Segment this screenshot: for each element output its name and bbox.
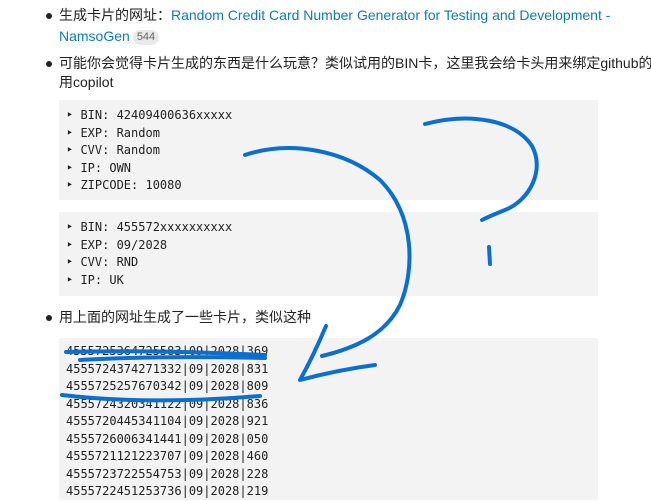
code-line: ‣ EXP: Random <box>66 125 160 140</box>
card-line: 4555726006341441|09|2028|050 <box>66 431 269 446</box>
code-block-bin-2: ‣ BIN: 455572xxxxxxxxxx ‣ EXP: 09/2028 ‣… <box>59 212 598 296</box>
code-line: ‣ IP: OWN <box>66 160 132 175</box>
card-line: 4555725364725583|09|2028|369 <box>66 344 269 358</box>
code-line: ‣ BIN: 455572xxxxxxxxxx <box>66 220 233 234</box>
list-item-generated: 用上面的网址生成了一些卡片，类似这种 <box>59 309 311 325</box>
list-item-website-cont: NamsoGen 544 <box>59 26 160 47</box>
list-item-description: 可能你会觉得卡片生成的东西是什么玩意？类似试用的BIN卡，这里我会给卡头用来绑定… <box>59 55 651 71</box>
card-line: 4555722451253736|09|2028|219 <box>66 484 269 498</box>
card-line: 4555724374271332|09|2028|831 <box>66 361 269 376</box>
card-line: 4555724320341122|09|2028|836 <box>66 396 269 411</box>
bullet-2 <box>46 61 52 67</box>
list-item-description-cont: 用copilot <box>59 74 114 90</box>
code-block-bin-1: ‣ BIN: 42409400636xxxxx ‣ EXP: Random ‣ … <box>59 100 598 200</box>
card-line: 4555725257670342|09|2028|809 <box>66 379 269 393</box>
list-item-website: 生成卡片的网址：Random Credit Card Number Genera… <box>59 5 610 26</box>
namsogen-link[interactable]: Random Credit Card Number Generator for … <box>171 7 610 23</box>
code-line: ‣ ZIPCODE: 10080 <box>66 178 182 192</box>
code-line: ‣ BIN: 42409400636xxxxx <box>66 108 233 122</box>
bullet-1 <box>46 13 52 19</box>
card-line: 4555721121223707|09|2028|460 <box>66 449 269 463</box>
card-line: 4555720445341104|09|2028|921 <box>66 414 269 428</box>
code-block-cards: 4555725364725583|09|2028|369 45557243742… <box>59 338 598 500</box>
click-count-badge: 544 <box>132 30 160 45</box>
namsogen-link-cont[interactable]: NamsoGen <box>59 28 130 44</box>
card-line: 4555723722554753|09|2028|228 <box>66 466 269 481</box>
bullet-3 <box>46 315 52 321</box>
code-line: ‣ EXP: 09/2028 <box>66 237 168 252</box>
code-line: ‣ IP: UK <box>66 272 124 287</box>
code-line: ‣ CVV: RND <box>66 255 139 269</box>
code-line: ‣ CVV: Random <box>66 143 160 157</box>
website-label: 生成卡片的网址： <box>59 7 171 23</box>
